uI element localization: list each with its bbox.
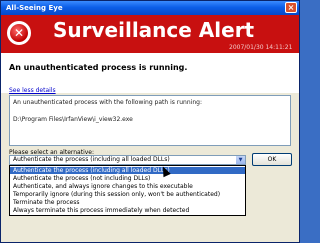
- see-less-details-link[interactable]: See less details: [9, 87, 56, 94]
- ok-button[interactable]: OK: [252, 153, 292, 166]
- main-message: An unauthenticated process is running.: [9, 63, 188, 72]
- alert-headline: Surveillance Alert: [53, 18, 255, 42]
- alert-banner: ✕ Surveillance Alert 2007/01/30 14:11:21: [1, 15, 299, 53]
- alert-window: All-Seeing Eye × ✕ Surveillance Alert 20…: [0, 0, 300, 243]
- alert-x-icon: ✕: [7, 21, 31, 45]
- alternative-dropdown-list: Authenticate the process (including all …: [9, 165, 246, 216]
- details-box: An unauthenticated process with the foll…: [9, 95, 291, 146]
- close-icon: ×: [287, 3, 295, 12]
- selected-alternative: Authenticate the process (including all …: [13, 156, 170, 163]
- title-bar[interactable]: All-Seeing Eye ×: [1, 1, 299, 15]
- alternative-option[interactable]: Authenticate the process (not including …: [10, 175, 245, 182]
- alternative-option[interactable]: Authenticate, and always ignore changes …: [10, 183, 245, 190]
- alternative-option[interactable]: Always terminate this process immediatel…: [10, 207, 245, 214]
- alternative-option[interactable]: Terminate the process: [10, 199, 245, 206]
- chevron-down-icon[interactable]: ▼: [236, 156, 245, 164]
- details-line: An unauthenticated process with the foll…: [13, 99, 202, 106]
- alternative-select[interactable]: Authenticate the process (including all …: [9, 155, 246, 165]
- alternative-option[interactable]: Temporarily ignore (during this session …: [10, 191, 245, 198]
- process-path: D:\Program Files\IrfanView\i_view32.exe: [13, 116, 133, 123]
- alert-timestamp: 2007/01/30 14:11:21: [229, 44, 293, 51]
- alternative-option[interactable]: Authenticate the process (including all …: [10, 167, 245, 174]
- close-button[interactable]: ×: [285, 2, 297, 13]
- window-title: All-Seeing Eye: [6, 4, 63, 12]
